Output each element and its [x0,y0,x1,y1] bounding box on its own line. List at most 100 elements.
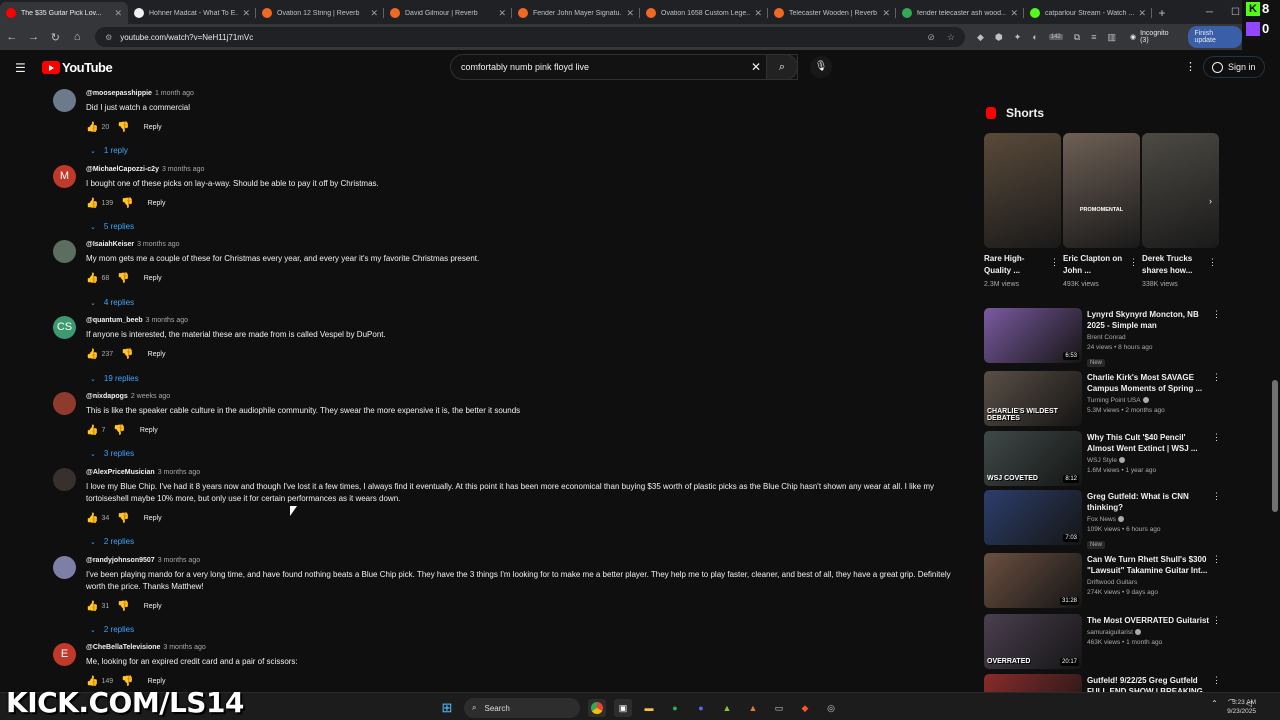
thumbs-down-icon[interactable]: 👎 [121,198,133,209]
avatar[interactable] [53,392,76,415]
chevron-right-icon[interactable]: › [1209,196,1212,206]
comment-time[interactable]: 3 months ago [146,317,188,324]
file-explorer-icon[interactable]: ▬ [640,699,658,717]
home-icon[interactable]: ⌂ [67,31,87,43]
comment-author[interactable]: @nixdapogs [86,393,128,400]
discord-icon[interactable]: ● [692,699,710,717]
view-replies-button[interactable]: ⌄ 3 replies [90,449,134,458]
close-tab-icon[interactable]: ✕ [498,8,506,19]
spotify-icon[interactable]: ● [666,699,684,717]
site-info-icon[interactable]: ⚙ [105,33,112,42]
close-tab-icon[interactable]: ✕ [626,8,634,19]
more-vert-icon[interactable]: ⋮ [1212,309,1221,320]
comment-time[interactable]: 3 months ago [158,469,200,476]
avatar[interactable] [53,89,76,112]
more-vert-icon[interactable]: ⋮ [1129,257,1138,268]
comment-author[interactable]: @MichaelCapozzi-c2y [86,166,159,173]
clear-search-icon[interactable]: ✕ [751,60,761,74]
channel-name[interactable]: Turning Point USA [1087,397,1211,404]
finish-update-button[interactable]: Finish update [1188,26,1242,48]
video-thumbnail[interactable]: WSJ COVETED 8:12 [984,431,1082,486]
close-tab-icon[interactable]: ✕ [1138,8,1146,19]
comment-author[interactable]: @quantum_beeb [86,317,143,324]
reply-button[interactable]: Reply [144,124,162,131]
reading-list-icon[interactable]: ≡ [1091,32,1096,42]
short-title[interactable]: Rare High-Quality ... [984,253,1046,277]
thumbs-down-icon[interactable]: 👎 [121,349,133,360]
reply-button[interactable]: Reply [148,200,166,207]
thumbs-down-icon[interactable]: 👎 [113,425,125,436]
extension-icon[interactable]: ✦ [1014,32,1022,43]
extension-icon[interactable]: ◆ [977,32,984,43]
extension-badge[interactable]: 142 [1048,34,1063,40]
short-title[interactable]: Eric Clapton on John ... [1063,253,1125,277]
reply-button[interactable]: Reply [148,351,166,358]
puzzle-icon[interactable]: ⧉ [1074,32,1080,43]
browser-tab[interactable]: Telecaster Wooden | Reverb ✕ [768,2,896,24]
youtube-logo[interactable]: YouTube [42,60,113,75]
comment-author[interactable]: @moosepasshippie [86,90,152,97]
short-title[interactable]: Derek Trucks shares how... [1142,253,1204,277]
browser-tab[interactable]: Ovation 12 String | Reverb ✕ [256,2,384,24]
reply-button[interactable]: Reply [144,515,162,522]
obs-icon[interactable]: ◎ [822,699,840,717]
video-title[interactable]: Can We Turn Rhett Shull's $300 "Lawsuit"… [1087,554,1211,576]
browser-tab[interactable]: fender telecaster ash wood... ✕ [896,2,1024,24]
comment-time[interactable]: 1 month ago [155,90,194,97]
avatar[interactable]: CS [53,316,76,339]
close-tab-icon[interactable]: ✕ [754,8,762,19]
browser-tab[interactable]: catparlour Stream - Watch ... ✕ [1024,2,1152,24]
back-icon[interactable]: ← [2,31,22,43]
sidebar-icon[interactable]: ▥ [1107,32,1116,43]
menu-icon[interactable]: ☰ [15,61,26,75]
channel-name[interactable]: Fox News [1087,516,1211,523]
browser-tab[interactable]: Ovation 1658 Custom Lege... ✕ [640,2,768,24]
chevron-up-icon[interactable]: ⌃ [1211,699,1218,708]
thumbs-up-icon[interactable]: 👍 [86,425,98,436]
more-vert-icon[interactable]: ⋮ [1208,257,1217,268]
reply-button[interactable]: Reply [148,678,166,685]
maximize-icon[interactable]: ☐ [1231,7,1240,18]
video-title[interactable]: Lynyrd Skynyrd Moncton, NB 2025 - Simple… [1087,309,1211,331]
view-replies-button[interactable]: ⌄ 2 replies [90,537,134,546]
more-vert-icon[interactable]: ⋮ [1212,615,1221,626]
more-vert-icon[interactable]: ⋮ [1212,554,1221,565]
more-vert-icon[interactable]: ⋮ [1212,491,1221,502]
thumbs-up-icon[interactable]: 👍 [86,198,98,209]
terminal-icon[interactable]: ▭ [770,699,788,717]
reply-button[interactable]: Reply [140,427,158,434]
close-tab-icon[interactable]: ✕ [242,8,250,19]
more-vert-icon[interactable]: ⋮ [1212,432,1221,443]
page-scrollbar[interactable] [1272,84,1278,694]
thumbs-up-icon[interactable]: 👍 [86,122,98,133]
new-tab-button[interactable]: + [1152,2,1172,24]
reply-button[interactable]: Reply [144,275,162,282]
task-view-icon[interactable]: ▣ [614,699,632,717]
avatar[interactable] [53,556,76,579]
thumbs-down-icon[interactable]: 👎 [117,513,129,524]
forward-icon[interactable]: → [24,31,44,43]
windows-start-icon[interactable]: ⊞ [438,699,456,717]
eye-off-icon[interactable]: ⊘ [927,32,935,43]
related-video[interactable]: OVERRATED 20:17 The Most OVERRATED Guitari… [984,614,1224,672]
taskbar-clock[interactable]: 5:23 AM 9/23/2025 [1227,698,1256,716]
short-thumbnail[interactable] [984,133,1061,248]
short-card[interactable]: PROMOMENTAL Eric Clapton on John ... 493K … [1063,133,1140,288]
bookmark-star-icon[interactable]: ☆ [947,32,955,43]
comment-author[interactable]: @randyjohnson9507 [86,557,155,564]
channel-name[interactable]: samuraiguitarist [1087,629,1211,636]
avatar[interactable] [53,468,76,491]
address-bar[interactable]: ⚙ youtube.com/watch?v=NeH11j71mVc ⊘ ☆ [95,27,965,47]
channel-name[interactable]: Driftwood Guitars [1087,579,1211,586]
close-tab-icon[interactable]: ✕ [114,8,122,19]
comment-author[interactable]: @CheBellaTelevisione [86,644,160,651]
video-thumbnail[interactable]: 6:53 [984,308,1082,363]
comment-time[interactable]: 3 months ago [137,241,179,248]
view-replies-button[interactable]: ⌄ 5 replies [90,222,134,231]
thumbs-down-icon[interactable]: 👎 [117,273,129,284]
close-tab-icon[interactable]: ✕ [882,8,890,19]
view-replies-button[interactable]: ⌄ 19 replies [90,374,139,383]
comment-author[interactable]: @AlexPriceMusician [86,469,155,476]
video-title[interactable]: The Most OVERRATED Guitarist [1087,615,1211,626]
thumbs-up-icon[interactable]: 👍 [86,273,98,284]
